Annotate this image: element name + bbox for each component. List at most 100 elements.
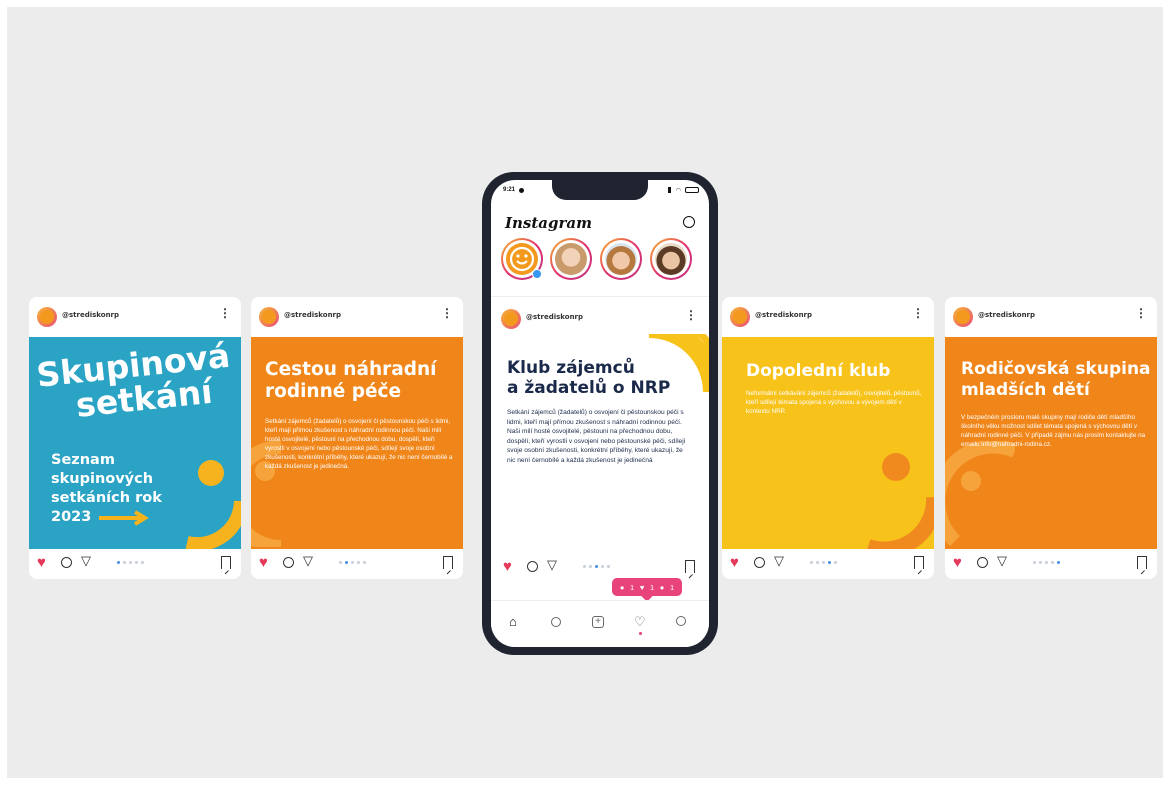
carousel-indicator — [117, 561, 144, 564]
post-actions: ♥ ▽ — [491, 554, 709, 580]
carousel-indicator — [1033, 561, 1060, 564]
add-story-icon[interactable] — [532, 269, 542, 279]
send-icon[interactable]: ▽ — [774, 554, 784, 568]
heart-icon[interactable]: ♥ — [953, 555, 962, 570]
status-bar: 9:21 ◠ — [503, 187, 699, 197]
post-handle[interactable]: @strediskonrp — [284, 311, 341, 319]
arrow-right-icon — [99, 509, 150, 526]
battery-icon — [685, 187, 699, 193]
location-icon — [519, 188, 524, 193]
post-title: Rodičovská skupina — [961, 359, 1151, 379]
more-options-icon[interactable]: ⋮ — [1135, 307, 1147, 319]
comment-icon[interactable] — [977, 557, 988, 568]
person-avatar — [555, 243, 587, 275]
like-count: 1 — [649, 582, 655, 592]
carousel-indicator — [810, 561, 837, 564]
post-header: @strediskonrp ⋮ — [945, 297, 1157, 337]
comment-icon[interactable] — [61, 557, 72, 568]
status-time: 9:21 — [503, 187, 516, 193]
post-handle[interactable]: @strediskonrp — [978, 311, 1035, 319]
more-options-icon[interactable]: ⋮ — [912, 307, 924, 319]
story-avatar[interactable] — [501, 238, 543, 280]
story-avatar[interactable] — [600, 238, 642, 280]
person-avatar — [605, 243, 637, 275]
wifi-icon: ◠ — [675, 188, 681, 194]
post-image[interactable]: Cestou náhradní rodinné péče Setkání záj… — [251, 337, 463, 549]
decorative-arc-icon — [945, 441, 1015, 547]
post-image[interactable]: Dopolední klub Neformální setkávání záje… — [722, 337, 934, 549]
avatar[interactable] — [259, 307, 279, 327]
post-image[interactable]: Skupinová setkání Seznam skupinových set… — [29, 337, 241, 549]
send-icon[interactable]: ▽ — [997, 554, 1007, 568]
activity-notification[interactable]: ● 1 ♥ 1 ● 1 — [612, 578, 682, 596]
more-options-icon[interactable]: ⋮ — [441, 307, 453, 319]
post-subtitle: 2023 — [51, 509, 92, 525]
app-title[interactable]: Instagram — [505, 214, 592, 232]
post-handle[interactable]: @strediskonrp — [755, 311, 812, 319]
heart-icon[interactable]: ♥ — [37, 555, 46, 570]
decorative-smile-icon — [185, 460, 241, 549]
bookmark-icon[interactable] — [914, 556, 924, 569]
add-post-icon[interactable]: + — [592, 616, 604, 628]
post-header: @strediskonrp ⋮ — [491, 304, 709, 334]
post-header: @strediskonrp ⋮ — [29, 297, 241, 337]
more-options-icon[interactable]: ⋮ — [685, 309, 697, 321]
post-handle[interactable]: @strediskonrp — [526, 313, 583, 321]
send-icon[interactable]: ▽ — [303, 554, 313, 568]
post-title: Dopolední klub — [746, 361, 891, 381]
send-icon[interactable]: ▽ — [81, 554, 91, 568]
search-icon[interactable] — [551, 617, 561, 627]
messenger-icon[interactable] — [683, 216, 695, 228]
avatar[interactable] — [37, 307, 57, 327]
comment-icon[interactable] — [527, 561, 538, 572]
post-title: Cestou náhradní — [265, 359, 437, 380]
post-card-dopoledni: @strediskonrp ⋮ Dopolední klub Neformáln… — [722, 297, 934, 579]
post-title: mladších dětí — [961, 380, 1090, 400]
post-image[interactable]: Rodičovská skupina mladších dětí V bezpe… — [945, 337, 1157, 549]
post-body: Setkání zájemců (žadatelů) o osvojení či… — [507, 409, 686, 464]
avatar[interactable] — [953, 307, 973, 327]
post-handle[interactable]: @strediskonrp — [62, 311, 119, 319]
post-image[interactable]: Klub zájemců a žadatelů o NRP Setkání zá… — [491, 334, 709, 554]
avatar[interactable] — [501, 309, 521, 329]
comment-count: 1 — [630, 582, 635, 592]
bookmark-icon[interactable] — [221, 556, 231, 569]
post-actions: ♥ ▽ — [29, 549, 241, 579]
post-title: a žadatelů o NRP — [507, 378, 671, 398]
post-body: Neformální setkávání zájemců (žadatelů),… — [746, 390, 922, 415]
post-header: @strediskonrp ⋮ — [251, 297, 463, 337]
post-card-skupinova: @strediskonrp ⋮ Skupinová setkání Seznam… — [29, 297, 241, 579]
comment-icon[interactable] — [283, 557, 294, 568]
post-actions: ♥ ▽ — [722, 549, 934, 579]
profile-icon[interactable] — [676, 616, 686, 626]
bookmark-icon[interactable] — [1137, 556, 1147, 569]
bookmark-icon[interactable] — [685, 560, 695, 573]
more-options-icon[interactable]: ⋮ — [219, 307, 231, 319]
heart-icon[interactable]: ♥ — [503, 559, 512, 574]
post-actions: ♥ ▽ — [945, 549, 1157, 579]
send-icon[interactable]: ▽ — [547, 558, 557, 572]
decorative-smile-icon — [867, 453, 934, 549]
post-card-rodicovska: @strediskonrp ⋮ Rodičovská skupina mladš… — [945, 297, 1157, 579]
bookmark-icon[interactable] — [443, 556, 453, 569]
follow-count: 1 — [669, 582, 675, 592]
phone-screen: 9:21 ◠ Instagram @strediskonrp ⋮ Klub zá… — [491, 180, 709, 647]
follow-count-icon: ● — [659, 582, 665, 592]
home-icon[interactable]: ⌂ — [509, 615, 517, 629]
post-header: @strediskonrp ⋮ — [722, 297, 934, 337]
heart-icon[interactable]: ♥ — [730, 555, 739, 570]
post-subtitle: setkáních rok — [51, 490, 162, 506]
activity-dot — [639, 632, 642, 635]
comment-icon[interactable] — [754, 557, 765, 568]
story-avatar[interactable] — [650, 238, 692, 280]
story-avatar[interactable] — [550, 238, 592, 280]
carousel-indicator — [339, 561, 366, 564]
avatar[interactable] — [730, 307, 750, 327]
heart-icon[interactable]: ♥ — [259, 555, 268, 570]
post-subtitle: Seznam — [51, 452, 115, 468]
divider — [491, 296, 709, 297]
post-subtitle: skupinových — [51, 471, 154, 487]
activity-icon[interactable]: ♡ — [634, 615, 646, 629]
post-actions: ♥ ▽ — [251, 549, 463, 579]
person-avatar — [655, 243, 687, 275]
